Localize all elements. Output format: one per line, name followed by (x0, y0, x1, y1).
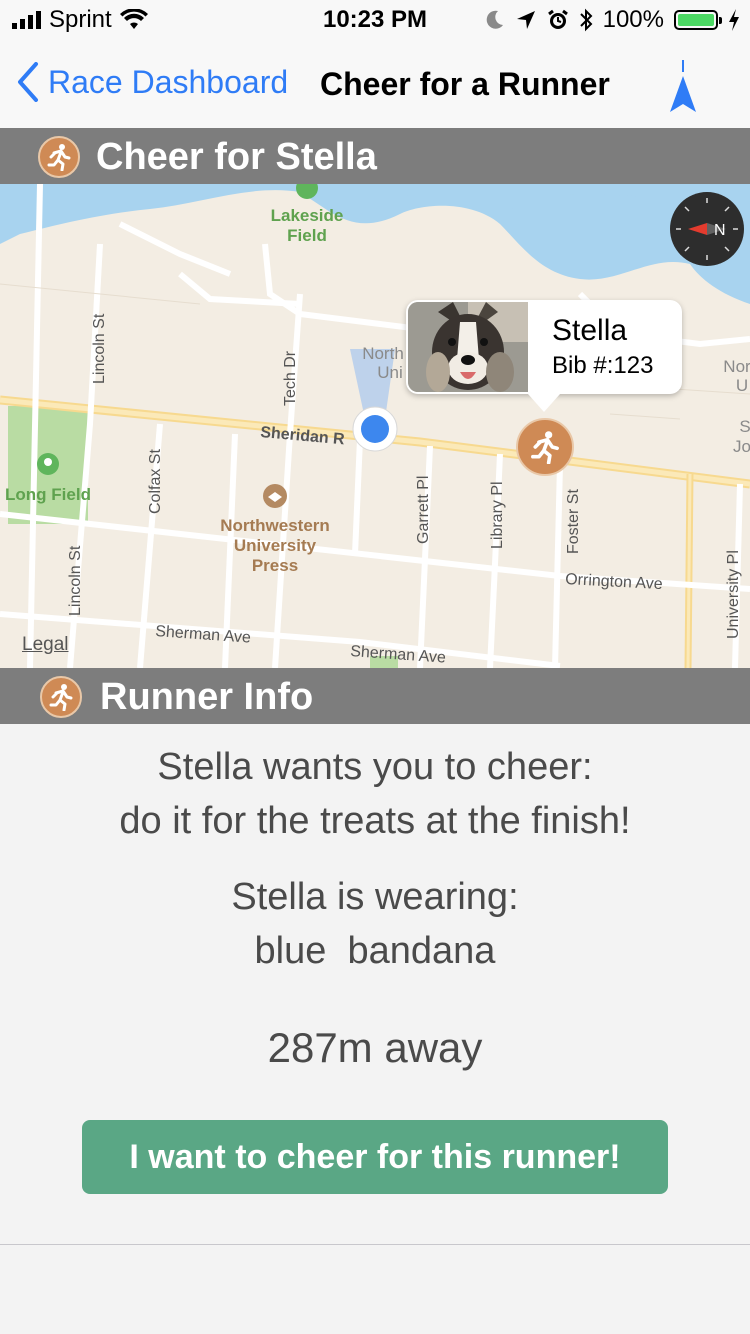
info-section-title: Runner Info (100, 676, 314, 718)
map-label-jo: Jo (733, 437, 750, 456)
moon-icon (486, 10, 503, 29)
info-section-header: Runner Info (0, 668, 750, 724)
battery-icon (674, 10, 722, 30)
map-label-long-field: Long Field (5, 485, 91, 504)
alarm-icon (547, 9, 568, 29)
legal-link[interactable]: Legal (22, 634, 69, 656)
location-arrow-icon (516, 11, 535, 29)
distance-label: 287m away (267, 1024, 483, 1071)
map-label-library: Library Pl (489, 481, 506, 549)
status-bar: Sprint 10:23 PM 100% (0, 0, 750, 40)
map-view[interactable]: Lakeside Field Long Field Northwestern U… (0, 184, 750, 668)
svg-text:N: N (714, 222, 726, 239)
wearing-line-1: Stella is wearing: (231, 876, 519, 918)
runner-icon (40, 676, 82, 718)
map-label-lakeside-2: Field (287, 226, 327, 245)
callout-bib-number: Bib #:123 (552, 352, 654, 379)
wearing-line-2: blue bandana (254, 930, 496, 972)
back-button-label: Race Dashboard (48, 63, 289, 100)
map-label-nor: Nor (723, 357, 750, 376)
compass-button[interactable]: N (670, 192, 744, 266)
battery-percent: 100% (602, 6, 664, 33)
back-button[interactable]: Race Dashboard (16, 62, 288, 102)
runner-map-pin[interactable] (516, 418, 574, 476)
cheer-section-header: Cheer for Stella (0, 128, 750, 184)
runner-icon (531, 431, 559, 464)
map-label-colfax: Colfax St (147, 449, 164, 514)
map-canvas: Lakeside Field Long Field Northwestern U… (0, 184, 750, 668)
map-label-garrett: Garrett Pl (415, 476, 432, 544)
map-label-u: U (736, 376, 748, 395)
runner-callout[interactable]: Stella Bib #:123 (406, 300, 682, 412)
chevron-left-icon (18, 62, 38, 102)
status-right: 100% (485, 6, 740, 34)
runner-photo (408, 302, 528, 392)
navigation-bar: Race Dashboard Cheer for a Runner (0, 40, 750, 129)
map-label-lincoln-bottom: Lincoln St (67, 545, 84, 616)
page-title: Cheer for a Runner (320, 66, 610, 102)
cheer-section-title: Cheer for Stella (96, 136, 377, 178)
wants-cheer-line-1: Stella wants you to cheer: (157, 746, 593, 788)
map-label-north-uni-1: North (362, 344, 404, 363)
charging-bolt-icon (729, 9, 739, 31)
runner-icon (38, 136, 80, 178)
map-label-university-pl: University Pl (725, 550, 742, 639)
callout-runner-name: Stella (552, 314, 628, 347)
divider (0, 1244, 750, 1245)
map-label-lincoln-top: Lincoln St (91, 313, 108, 384)
cheer-for-runner-button[interactable]: I want to cheer for this runner! (82, 1120, 668, 1194)
map-label-north-uni-2: Uni (377, 363, 403, 382)
map-label-lakeside-1: Lakeside (271, 206, 344, 225)
map-label-tech-dr: Tech Dr (282, 350, 299, 406)
bluetooth-icon (579, 8, 593, 32)
navigation-arrow-icon[interactable] (668, 60, 698, 116)
map-label-s: S (739, 417, 750, 436)
map-label-nu-press-3: Press (252, 556, 298, 575)
compass-icon: N (676, 198, 738, 260)
map-label-nu-press-2: University (234, 536, 317, 555)
map-label-nu-press-1: Northwestern (220, 516, 330, 535)
map-label-foster: Foster St (565, 489, 582, 554)
wants-cheer-line-2: do it for the treats at the finish! (119, 800, 631, 842)
